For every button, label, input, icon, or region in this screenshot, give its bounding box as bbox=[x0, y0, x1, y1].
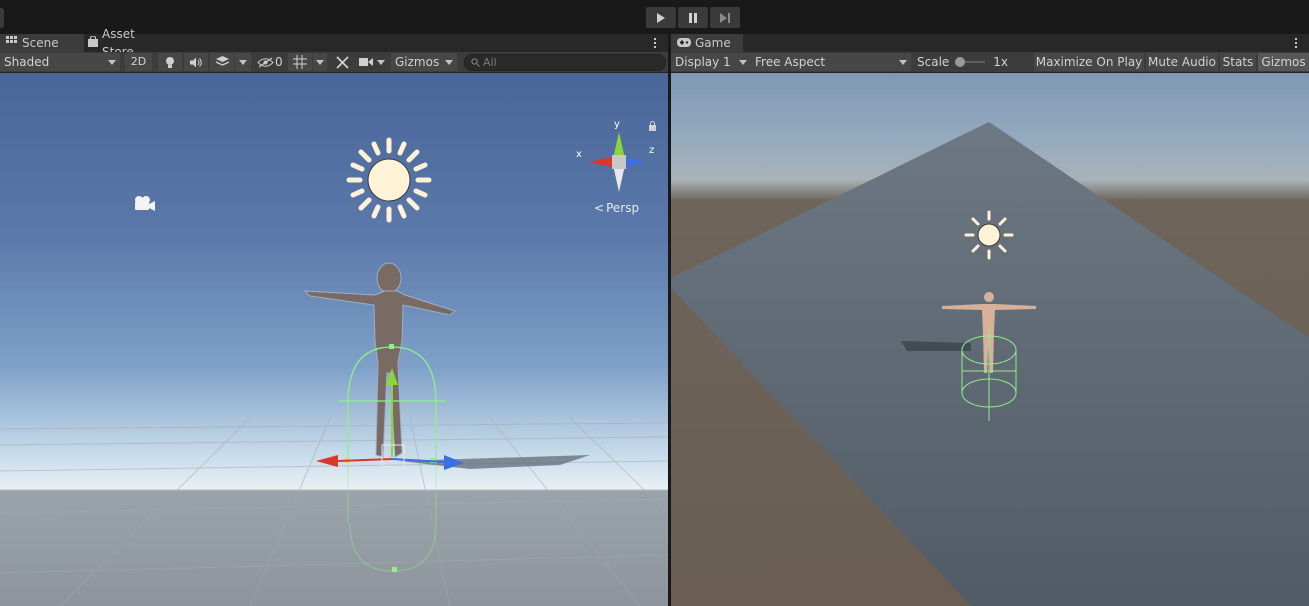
effects-toggle-button[interactable] bbox=[210, 53, 234, 71]
move-gizmo bbox=[316, 368, 464, 470]
mute-label: Mute Audio bbox=[1148, 55, 1216, 69]
chevron-down-icon bbox=[239, 59, 247, 65]
eye-hidden-icon bbox=[257, 56, 274, 68]
camera-gizmo-icon bbox=[135, 196, 155, 211]
grid-dropdown[interactable] bbox=[313, 53, 327, 71]
chevron-down-icon bbox=[445, 60, 453, 65]
gizmos-label: Gizmos bbox=[395, 55, 440, 69]
projection-toggle[interactable]: < Persp bbox=[594, 201, 639, 215]
scene-canvas bbox=[0, 121, 668, 606]
chevron-down-icon bbox=[108, 60, 116, 65]
speaker-icon bbox=[189, 57, 202, 67]
collider-handle-top bbox=[389, 344, 394, 349]
scene-camera-dropdown[interactable] bbox=[357, 53, 389, 71]
main-toolbar bbox=[0, 0, 1309, 34]
display-label: Display 1 bbox=[675, 55, 731, 69]
game-viewport[interactable] bbox=[671, 73, 1309, 606]
chevron-down-icon bbox=[739, 60, 747, 65]
game-canvas bbox=[671, 122, 1309, 606]
character-model bbox=[303, 262, 457, 458]
directional-light-sun bbox=[964, 210, 1014, 260]
lock-icon bbox=[649, 121, 656, 131]
game-panel-menu-button[interactable] bbox=[1291, 35, 1301, 51]
tab-scene-label: Scene bbox=[22, 36, 59, 50]
game-tabbar: Game bbox=[671, 34, 1309, 52]
display-dropdown[interactable]: Display 1 bbox=[671, 53, 751, 71]
scene-tabbar: Scene Asset Store bbox=[0, 27, 668, 59]
game-gizmos-toggle[interactable]: Gizmos bbox=[1258, 53, 1309, 71]
game-gizmos-label: Gizmos bbox=[1261, 55, 1306, 69]
gizmos-dropdown[interactable]: Gizmos bbox=[391, 53, 457, 71]
hidden-objects-count: 0 bbox=[275, 55, 283, 69]
shading-mode-dropdown[interactable]: Shaded bbox=[0, 53, 120, 71]
mute-audio-toggle[interactable]: Mute Audio bbox=[1146, 53, 1218, 71]
scale-control: Scale 1x bbox=[913, 53, 1033, 71]
step-button[interactable] bbox=[710, 7, 740, 28]
layers-icon bbox=[215, 56, 229, 66]
collider-handle-bottom bbox=[392, 567, 397, 572]
effects-dropdown[interactable] bbox=[235, 53, 251, 71]
stats-label: Stats bbox=[1222, 55, 1254, 69]
grid-toggle-button[interactable] bbox=[288, 53, 312, 71]
gizmo-z-label: z bbox=[649, 145, 655, 156]
toolbar-edge-handle bbox=[0, 8, 4, 28]
chevron-down-icon bbox=[377, 59, 385, 65]
scene-search-input[interactable]: All bbox=[464, 54, 666, 71]
grid-snap-icon bbox=[293, 55, 307, 69]
playmode-controls bbox=[646, 7, 742, 28]
chevron-down-icon bbox=[316, 59, 324, 65]
grid-icon bbox=[6, 34, 18, 52]
camera-icon bbox=[359, 58, 373, 66]
audio-toggle-button[interactable] bbox=[184, 53, 208, 71]
gamepad-icon bbox=[677, 34, 691, 52]
lighting-toggle-button[interactable] bbox=[158, 53, 182, 71]
tab-game[interactable]: Game bbox=[671, 34, 743, 52]
scale-slider[interactable] bbox=[955, 57, 986, 67]
search-placeholder: All bbox=[483, 56, 497, 69]
pause-icon bbox=[689, 12, 697, 23]
scale-value: 1x bbox=[993, 55, 1009, 69]
tools-button[interactable] bbox=[331, 53, 353, 71]
play-icon bbox=[657, 12, 665, 23]
projection-label: Persp bbox=[606, 201, 640, 215]
aspect-label: Free Aspect bbox=[755, 55, 826, 69]
2d-toggle-button[interactable]: 2D bbox=[125, 53, 152, 71]
tab-game-label: Game bbox=[695, 36, 731, 50]
orientation-gizmo bbox=[589, 132, 645, 192]
scene-panel-menu-button[interactable] bbox=[650, 35, 660, 51]
pause-button[interactable] bbox=[678, 7, 708, 28]
game-panel: Game Display 1 Free Aspect Scale 1x Maxi… bbox=[671, 34, 1309, 606]
perspective-icon: < bbox=[594, 201, 605, 215]
scene-panel: Scene Asset Store Shaded 2D bbox=[0, 27, 668, 606]
scene-viewport[interactable]: y x z < Persp bbox=[0, 73, 668, 606]
chevron-down-icon bbox=[899, 60, 907, 65]
shading-mode-label: Shaded bbox=[4, 55, 50, 69]
play-button[interactable] bbox=[646, 7, 676, 28]
game-toolbar: Display 1 Free Aspect Scale 1x Maximize … bbox=[671, 52, 1309, 73]
tab-asset-store[interactable]: Asset Store bbox=[84, 27, 174, 59]
2d-label: 2D bbox=[130, 55, 147, 68]
gizmo-y-label: y bbox=[614, 119, 620, 130]
aspect-dropdown[interactable]: Free Aspect bbox=[751, 53, 911, 71]
gizmo-x-label: x bbox=[576, 149, 582, 160]
stats-toggle[interactable]: Stats bbox=[1220, 53, 1256, 71]
bag-icon bbox=[88, 34, 98, 52]
search-icon bbox=[471, 58, 480, 67]
scene-toolbar: Shaded 2D 0 Gizmos All bbox=[0, 52, 668, 73]
scale-label: Scale bbox=[917, 55, 950, 69]
step-icon bbox=[720, 12, 730, 23]
ground-grid bbox=[0, 417, 668, 606]
lightbulb-icon bbox=[166, 56, 174, 68]
tab-scene[interactable]: Scene bbox=[0, 34, 84, 52]
tools-icon bbox=[335, 55, 349, 69]
scene-visibility-toggle[interactable]: 0 bbox=[255, 53, 285, 71]
scale-slider-thumb[interactable] bbox=[955, 57, 966, 67]
maximize-on-play-toggle[interactable]: Maximize On Play bbox=[1034, 53, 1144, 71]
maximize-label: Maximize On Play bbox=[1035, 55, 1143, 69]
directional-light-sun bbox=[346, 137, 432, 223]
